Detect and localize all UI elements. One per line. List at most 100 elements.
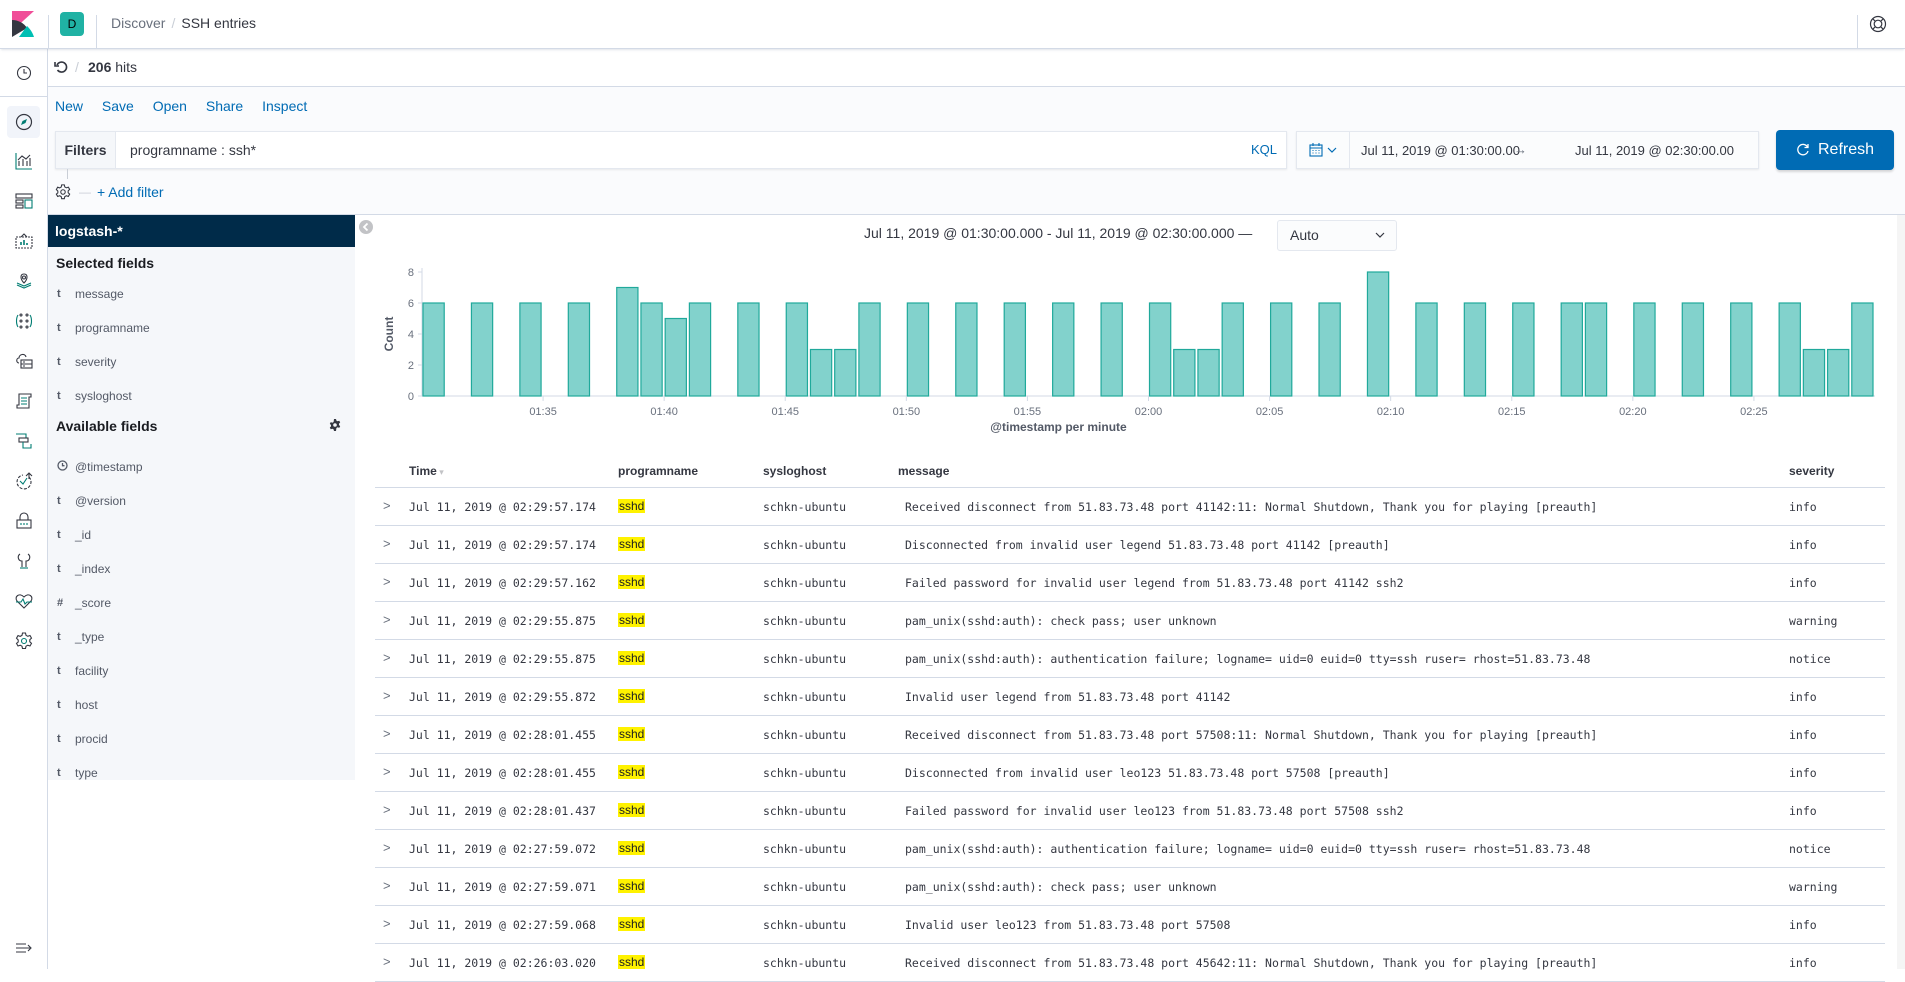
field-item-id[interactable]: t _id bbox=[57, 525, 91, 545]
nav-dev-tools[interactable] bbox=[12, 549, 36, 573]
nav-apm[interactable] bbox=[12, 429, 36, 453]
table-row[interactable]: > Jul 11, 2019 @ 02:26:03.020 sshd schkn-ub… bbox=[375, 944, 1885, 982]
expand-row-chevron-icon[interactable]: > bbox=[383, 954, 391, 969]
expand-row-chevron-icon[interactable]: > bbox=[383, 726, 391, 741]
expand-row-chevron-icon[interactable]: > bbox=[383, 688, 391, 703]
end-date-button[interactable]: Jul 11, 2019 @ 02:30:00.00 bbox=[1575, 143, 1734, 158]
cell-programname: sshd bbox=[618, 841, 646, 855]
table-row[interactable]: > Jul 11, 2019 @ 02:27:59.071 sshd schkn-ub… bbox=[375, 868, 1885, 906]
field-item-facility[interactable]: t facility bbox=[57, 661, 108, 681]
expand-row-chevron-icon[interactable]: > bbox=[383, 536, 391, 551]
kibana-logo-icon[interactable] bbox=[12, 11, 34, 37]
field-filter-gear-icon[interactable] bbox=[329, 419, 341, 431]
nav-management[interactable] bbox=[12, 629, 36, 653]
expand-row-chevron-icon[interactable]: > bbox=[383, 612, 391, 627]
cell-time: Jul 11, 2019 @ 02:28:01.437 bbox=[409, 804, 596, 818]
expand-row-chevron-icon[interactable]: > bbox=[383, 878, 391, 893]
field-item-type[interactable]: t _type bbox=[57, 627, 104, 647]
query-language-button[interactable]: KQL bbox=[1251, 142, 1277, 157]
apm-icon bbox=[16, 433, 32, 449]
filter-settings-gear-icon[interactable] bbox=[55, 184, 71, 200]
table-row[interactable]: > Jul 11, 2019 @ 02:29:55.875 sshd schkn-ub… bbox=[375, 640, 1885, 678]
highlight-match: sshd bbox=[618, 575, 646, 589]
cell-sysloghost: schkn-ubuntu bbox=[763, 880, 847, 894]
table-row[interactable]: > Jul 11, 2019 @ 02:27:59.068 sshd schkn-ub… bbox=[375, 906, 1885, 944]
column-header-programname[interactable]: programname bbox=[618, 464, 698, 478]
add-filter-button[interactable]: + Add filter bbox=[97, 184, 164, 200]
help-lifebuoy-icon[interactable] bbox=[1868, 14, 1888, 34]
histogram-bar bbox=[1512, 302, 1535, 397]
nav-security[interactable] bbox=[12, 509, 36, 533]
nav-logs[interactable] bbox=[12, 389, 36, 413]
field-item-procid[interactable]: t procid bbox=[57, 729, 108, 749]
field-item-programname[interactable]: t programname bbox=[57, 318, 150, 338]
field-item-version[interactable]: t @version bbox=[57, 491, 126, 511]
field-item-sysloghost[interactable]: t sysloghost bbox=[57, 386, 132, 406]
cell-time: Jul 11, 2019 @ 02:28:01.455 bbox=[409, 728, 596, 742]
reset-query-icon[interactable] bbox=[54, 60, 68, 74]
table-row[interactable]: > Jul 11, 2019 @ 02:28:01.455 sshd schkn-ub… bbox=[375, 716, 1885, 754]
share-button[interactable]: Share bbox=[206, 98, 243, 114]
column-header-sysloghost[interactable]: sysloghost bbox=[763, 464, 826, 478]
table-row[interactable]: > Jul 11, 2019 @ 02:29:57.174 sshd schkn-ub… bbox=[375, 488, 1885, 526]
histogram-bar bbox=[1052, 302, 1075, 397]
column-header-time[interactable]: Time ▾ bbox=[409, 464, 444, 478]
nav-collapse-button[interactable] bbox=[12, 936, 36, 960]
nav-monitoring[interactable] bbox=[12, 589, 36, 613]
index-pattern-selector[interactable]: logstash-* bbox=[48, 215, 355, 247]
interval-select[interactable]: Auto bbox=[1277, 220, 1397, 251]
nav-dashboard[interactable] bbox=[12, 189, 36, 213]
expand-row-chevron-icon[interactable]: > bbox=[383, 916, 391, 931]
field-item-timestamp[interactable]: @timestamp bbox=[57, 457, 143, 477]
quick-date-menu-button[interactable] bbox=[1297, 132, 1350, 168]
field-item-score[interactable]: # _score bbox=[57, 593, 111, 613]
query-input[interactable] bbox=[130, 132, 1180, 168]
start-date-button[interactable]: Jul 11, 2019 @ 01:30:00.00 bbox=[1361, 143, 1520, 158]
highlight-match: sshd bbox=[618, 651, 646, 665]
field-item-message[interactable]: t message bbox=[57, 284, 124, 304]
expand-row-chevron-icon[interactable]: > bbox=[383, 650, 391, 665]
save-button[interactable]: Save bbox=[102, 98, 134, 114]
field-item-host[interactable]: t host bbox=[57, 695, 98, 715]
space-avatar[interactable]: D bbox=[60, 12, 84, 36]
table-row[interactable]: > Jul 11, 2019 @ 02:27:59.072 sshd schkn-ub… bbox=[375, 830, 1885, 868]
table-row[interactable]: > Jul 11, 2019 @ 02:29:55.872 sshd schkn-ub… bbox=[375, 678, 1885, 716]
field-type-string-icon: t bbox=[57, 665, 61, 677]
nav-discover[interactable] bbox=[7, 106, 40, 138]
nav-uptime[interactable] bbox=[12, 469, 36, 493]
nav-infrastructure[interactable] bbox=[12, 349, 36, 373]
expand-row-chevron-icon[interactable]: > bbox=[383, 840, 391, 855]
field-item-index[interactable]: t _index bbox=[57, 559, 110, 579]
highlight-match: sshd bbox=[618, 803, 646, 817]
cell-programname: sshd bbox=[618, 917, 646, 931]
sort-down-icon[interactable]: ▾ bbox=[437, 467, 444, 477]
breadcrumb-discover[interactable]: Discover bbox=[111, 15, 165, 31]
nav-visualize[interactable] bbox=[12, 149, 36, 173]
field-item-severity[interactable]: t severity bbox=[57, 352, 116, 372]
expand-row-chevron-icon[interactable]: > bbox=[383, 574, 391, 589]
filters-label[interactable]: Filters bbox=[56, 132, 116, 168]
table-row[interactable]: > Jul 11, 2019 @ 02:28:01.437 sshd schkn-ub… bbox=[375, 792, 1885, 830]
new-button[interactable]: New bbox=[55, 98, 83, 114]
nav-maps[interactable] bbox=[12, 269, 36, 293]
table-row[interactable]: > Jul 11, 2019 @ 02:28:01.455 sshd schkn-ub… bbox=[375, 754, 1885, 792]
column-header-message[interactable]: message bbox=[898, 464, 949, 478]
collapse-sidebar-icon[interactable] bbox=[359, 220, 373, 234]
page-scrollbar[interactable] bbox=[1897, 215, 1905, 969]
expand-row-chevron-icon[interactable]: > bbox=[383, 764, 391, 779]
nav-machine-learning[interactable] bbox=[12, 309, 36, 333]
refresh-button[interactable]: Refresh bbox=[1776, 130, 1894, 170]
open-button[interactable]: Open bbox=[153, 98, 187, 114]
column-header-severity[interactable]: severity bbox=[1789, 464, 1834, 478]
inspect-button[interactable]: Inspect bbox=[262, 98, 307, 114]
table-row[interactable]: > Jul 11, 2019 @ 02:29:55.875 sshd schkn-ub… bbox=[375, 602, 1885, 640]
table-row[interactable]: > Jul 11, 2019 @ 02:29:57.174 sshd schkn-ub… bbox=[375, 526, 1885, 564]
field-type-date-icon bbox=[57, 460, 75, 474]
expand-row-chevron-icon[interactable]: > bbox=[383, 498, 391, 513]
expand-row-chevron-icon[interactable]: > bbox=[383, 802, 391, 817]
nav-canvas[interactable] bbox=[12, 229, 36, 253]
nav-recently-viewed[interactable] bbox=[12, 61, 36, 85]
histogram-bar bbox=[1802, 348, 1826, 397]
field-item-type[interactable]: t type bbox=[57, 763, 98, 783]
table-row[interactable]: > Jul 11, 2019 @ 02:29:57.162 sshd schkn-ub… bbox=[375, 564, 1885, 602]
